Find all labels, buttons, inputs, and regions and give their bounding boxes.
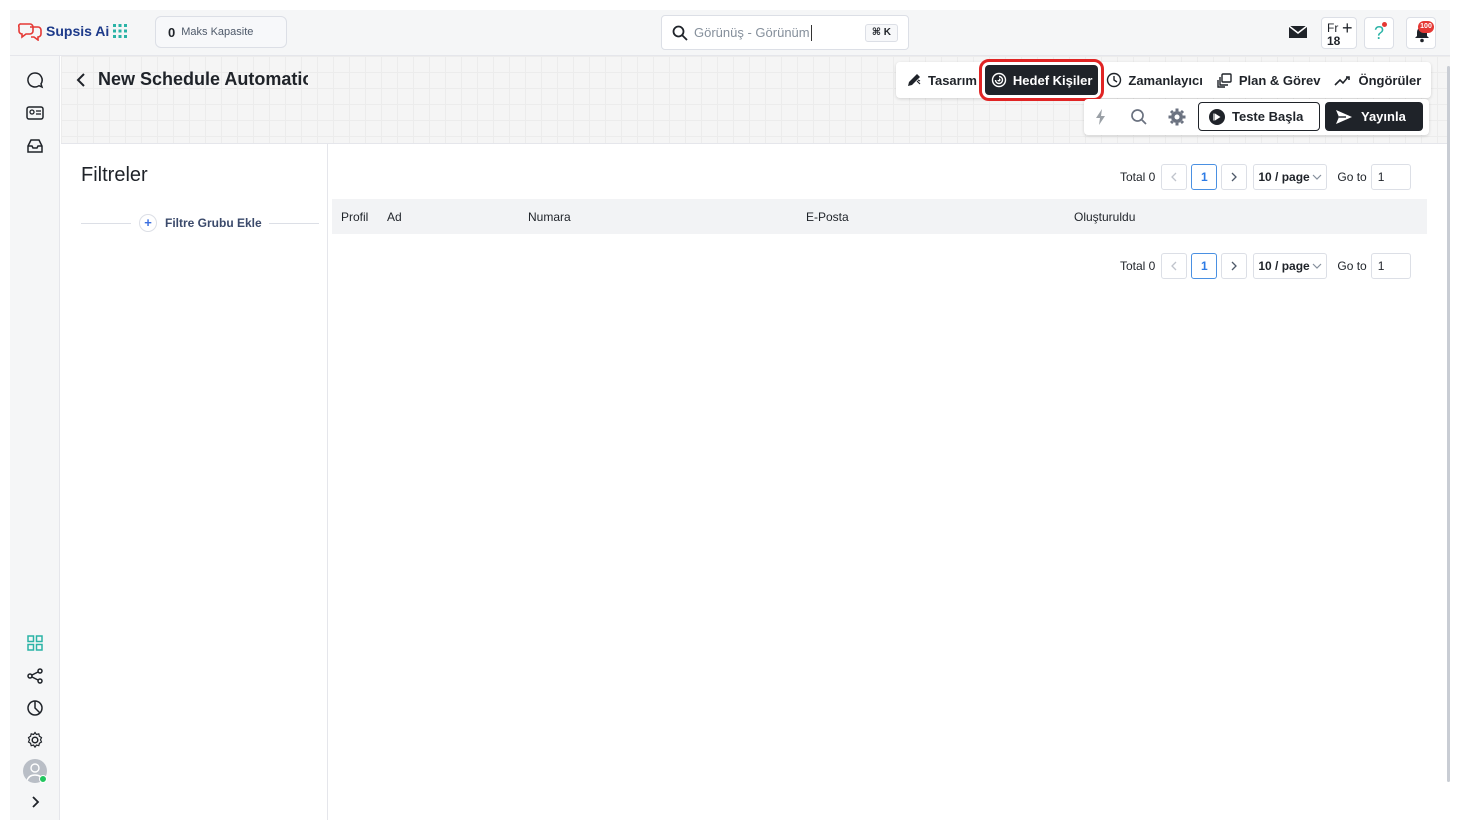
divider bbox=[81, 223, 131, 224]
tab-label: Tasarım bbox=[928, 72, 977, 88]
tab-label: Zamanlayıcı bbox=[1128, 72, 1203, 88]
mail-icon[interactable] bbox=[1288, 24, 1308, 40]
page-size-select[interactable]: 10 / page bbox=[1253, 253, 1328, 279]
chat-bubble-icon[interactable] bbox=[25, 70, 45, 90]
next-page-button[interactable] bbox=[1221, 253, 1248, 279]
contact-card-icon[interactable] bbox=[25, 103, 45, 123]
app-window: Supsis Ai 0 Maks Kapasite Görünüş - Görü… bbox=[10, 10, 1450, 820]
column-header-created[interactable]: Oluşturuldu bbox=[1074, 210, 1135, 224]
help-button[interactable]: ? bbox=[1364, 17, 1394, 49]
capacity-label: Maks Kapasite bbox=[181, 26, 254, 38]
send-icon bbox=[1336, 109, 1352, 124]
goto-page-input[interactable]: 1 bbox=[1370, 253, 1411, 279]
prev-page-button[interactable] bbox=[1161, 164, 1188, 190]
lightning-icon[interactable] bbox=[1091, 107, 1111, 127]
page-number-button[interactable]: 1 bbox=[1191, 253, 1218, 279]
start-test-label: Teste Başla bbox=[1232, 109, 1304, 124]
tab-label: Plan & Görev bbox=[1238, 72, 1321, 88]
notification-badge: 100 bbox=[1418, 21, 1434, 33]
brand[interactable]: Supsis Ai bbox=[18, 21, 109, 41]
chevron-left-icon bbox=[1171, 172, 1177, 182]
back-arrow-icon[interactable] bbox=[74, 72, 88, 88]
dashboard-grid-icon[interactable] bbox=[25, 633, 45, 653]
capacity-value: 0 bbox=[168, 24, 176, 40]
search-icon[interactable] bbox=[1129, 107, 1149, 127]
settings-gear-icon[interactable] bbox=[25, 730, 45, 750]
prev-page-button[interactable] bbox=[1161, 253, 1188, 279]
search-shortcut: ⌘ K bbox=[864, 24, 898, 42]
goto-page-input[interactable]: 1 bbox=[1370, 164, 1411, 190]
online-status-dot bbox=[39, 775, 47, 783]
language-code: Fr bbox=[1327, 21, 1339, 35]
column-header-email[interactable]: E-Posta bbox=[806, 210, 849, 224]
inbox-icon[interactable] bbox=[25, 136, 45, 156]
chevron-right-icon bbox=[1231, 261, 1238, 271]
page-size-select[interactable]: 10 / page bbox=[1253, 164, 1328, 190]
brand-name: Supsis Ai bbox=[46, 23, 110, 39]
tab-label: Hedef Kişiler bbox=[1012, 72, 1093, 88]
top-bar: Supsis Ai 0 Maks Kapasite Görünüş - Görü… bbox=[10, 10, 1450, 56]
page-scrollbar[interactable] bbox=[1447, 66, 1450, 782]
page-title[interactable]: New Schedule Automation bbox=[98, 69, 308, 90]
pagination-top: Total 0 1 10 / page Go to 1 bbox=[1120, 164, 1411, 190]
chevron-right-icon[interactable] bbox=[25, 792, 45, 812]
filters-panel: Filtreler + Filtre Grubu Ekle bbox=[61, 144, 328, 820]
pagination-total: Total 0 bbox=[1120, 259, 1156, 273]
page-size-value: 10 / page bbox=[1258, 170, 1310, 184]
pie-chart-icon[interactable] bbox=[25, 698, 45, 718]
goto-label: Go to bbox=[1337, 259, 1367, 273]
tab-scheduler[interactable]: Zamanlayıcı bbox=[1100, 65, 1208, 95]
automation-header: New Schedule Automation Tasarım Hedef Ki… bbox=[61, 56, 1450, 144]
tab-insights[interactable]: Öngörüler bbox=[1328, 65, 1427, 95]
table-header: Profil Ad Numara E-Posta Oluşturuldu bbox=[332, 199, 1427, 234]
page-size-value: 10 / page bbox=[1258, 259, 1310, 273]
pagination-bottom: Total 0 1 10 / page Go to 1 bbox=[1120, 253, 1411, 279]
publish-button[interactable]: Yayınla bbox=[1325, 102, 1423, 131]
tab-label: Öngörüler bbox=[1358, 72, 1422, 88]
chevron-down-icon bbox=[1312, 263, 1322, 269]
publish-label: Yayınla bbox=[1361, 109, 1406, 124]
apps-grid-icon[interactable] bbox=[112, 23, 128, 39]
chevron-left-icon bbox=[1171, 261, 1177, 271]
editor-tabs: Tasarım Hedef Kişiler Zamanlayıcı Plan &… bbox=[896, 59, 1432, 101]
text-caret bbox=[810, 24, 812, 41]
next-page-button[interactable] bbox=[1221, 164, 1248, 190]
page-number-button[interactable]: 1 bbox=[1191, 164, 1218, 190]
pagination-total: Total 0 bbox=[1120, 170, 1156, 184]
play-circle-icon bbox=[1209, 108, 1225, 125]
plus-circle-icon: + bbox=[139, 214, 157, 232]
insights-trend-icon bbox=[1334, 76, 1351, 86]
divider bbox=[269, 223, 319, 224]
tab-target-people[interactable]: Hedef Kişiler bbox=[978, 59, 1105, 101]
design-pen-icon bbox=[908, 74, 921, 86]
column-header-profile[interactable]: Profil bbox=[341, 210, 368, 224]
plus-icon: + bbox=[1342, 18, 1353, 38]
tab-design[interactable]: Tasarım bbox=[900, 65, 983, 95]
share-nodes-icon[interactable] bbox=[25, 666, 45, 686]
target-people-icon bbox=[991, 72, 1007, 88]
language-date-button[interactable]: Fr + 18 bbox=[1321, 17, 1357, 49]
tab-plan-task[interactable]: Plan & Görev bbox=[1211, 65, 1327, 95]
supsis-logo-icon bbox=[18, 23, 42, 41]
gear-icon[interactable] bbox=[1167, 107, 1187, 127]
clock-icon bbox=[1107, 72, 1122, 88]
contacts-table-area: Total 0 1 10 / page Go to 1 Profil Ad Nu… bbox=[329, 144, 1450, 820]
plan-task-icon bbox=[1217, 73, 1232, 88]
search-placeholder: Görünüş - Görünüm bbox=[694, 25, 810, 40]
search-input[interactable]: Görünüş - Görünüm ⌘ K bbox=[661, 15, 909, 50]
add-filter-group-label: Filtre Grubu Ekle bbox=[165, 216, 262, 230]
capacity-indicator[interactable]: 0 Maks Kapasite bbox=[155, 16, 287, 48]
column-header-number[interactable]: Numara bbox=[528, 210, 571, 224]
column-header-name[interactable]: Ad bbox=[387, 210, 402, 224]
add-filter-group-button[interactable]: + Filtre Grubu Ekle bbox=[139, 214, 262, 232]
date-day: 18 bbox=[1327, 34, 1341, 48]
chevron-right-icon bbox=[1231, 172, 1238, 182]
goto-label: Go to bbox=[1337, 170, 1367, 184]
sidebar bbox=[10, 56, 60, 820]
search-icon bbox=[672, 25, 688, 41]
start-test-button[interactable]: Teste Başla bbox=[1198, 102, 1320, 131]
chevron-down-icon bbox=[1312, 174, 1322, 180]
help-dot bbox=[1382, 22, 1387, 27]
filters-title: Filtreler bbox=[81, 164, 148, 186]
